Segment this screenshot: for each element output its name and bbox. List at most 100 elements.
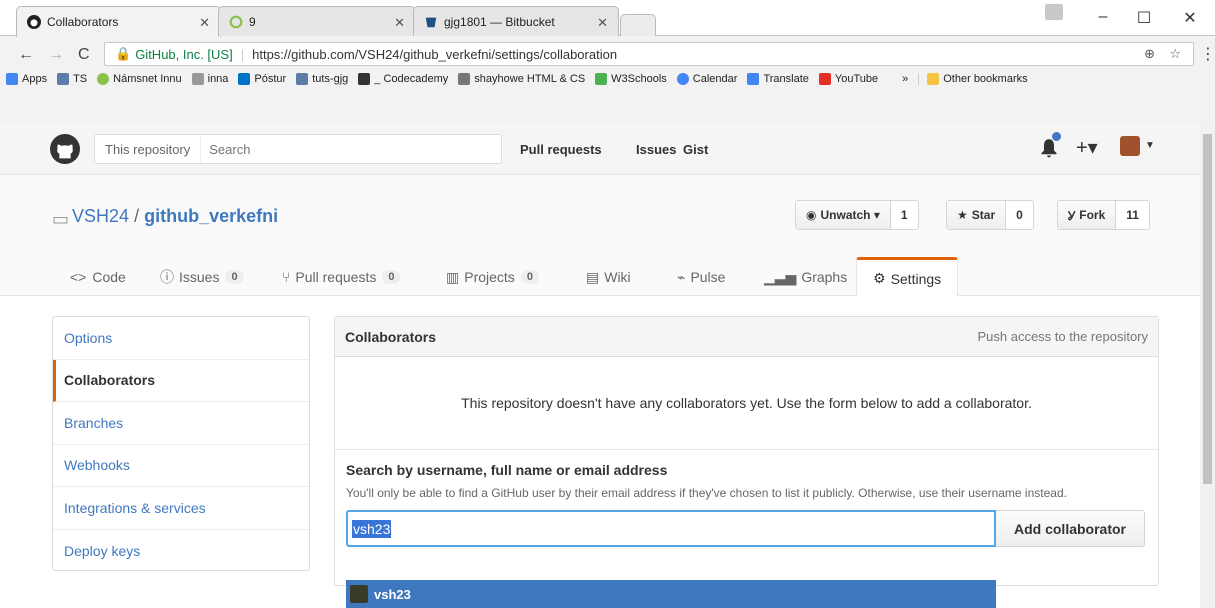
repo-icon: ▭ xyxy=(52,209,70,229)
chevron-down-icon[interactable]: ▼ xyxy=(1145,140,1155,151)
star-button[interactable]: ★ Star xyxy=(947,201,1007,229)
github-logo-icon[interactable] xyxy=(50,134,80,167)
url-divider: | xyxy=(240,46,245,62)
tab-pull-requests[interactable]: ⑂ Pull requests 0 xyxy=(282,257,401,297)
bitbucket-favicon-icon xyxy=(424,15,438,29)
bookmark-icon xyxy=(595,73,608,85)
url-text: https://github.com/VSH24/github_verkefni… xyxy=(252,46,618,62)
browser-tab-bitbucket[interactable]: gjg1801 — Bitbucket ✕ xyxy=(413,6,619,36)
github-header: This repository Pull requests Issues Gis… xyxy=(0,122,1200,175)
bookmark-youtube[interactable]: YouTube xyxy=(818,73,878,85)
reload-icon[interactable]: C xyxy=(78,46,90,64)
suggestion-username: vsh23 xyxy=(374,586,411,602)
browser-tab-title: gjg1801 — Bitbucket xyxy=(444,14,555,29)
bookmark-tuts[interactable]: tuts-gjg xyxy=(296,73,348,85)
pull-requests-count: 0 xyxy=(382,270,401,284)
forward-arrow-icon[interactable]: → xyxy=(48,46,64,64)
tab-pulse[interactable]: ⌁ Pulse xyxy=(677,257,725,297)
bookmark-shayhowe[interactable]: shayhowe HTML & CS xyxy=(458,73,585,85)
bookmark-w3schools[interactable]: W3Schools xyxy=(595,73,667,85)
tab-issues[interactable]: ⓘ Issues 0 xyxy=(160,257,244,297)
bookmark-apps[interactable]: Apps xyxy=(6,73,47,85)
repo-search-box[interactable]: This repository xyxy=(94,134,502,164)
zoom-icon[interactable]: ⊕ xyxy=(1144,46,1155,62)
tab-wiki[interactable]: ▤ Wiki xyxy=(586,257,631,297)
page-scrollbar[interactable] xyxy=(1200,122,1215,608)
scrollbar-thumb[interactable] xyxy=(1203,134,1212,484)
add-collaborator-form: Search by username, full name or email a… xyxy=(335,450,1158,559)
collaborator-input-value: vsh23 xyxy=(352,519,392,538)
search-scope-label: This repository xyxy=(95,135,202,163)
maximize-icon[interactable]: ☐ xyxy=(1134,8,1154,28)
plus-dropdown-icon[interactable]: +▾ xyxy=(1076,135,1098,160)
fork-count[interactable]: 11 xyxy=(1116,201,1149,229)
browser-tab-title: Collaborators xyxy=(47,15,119,29)
bookmark-icon xyxy=(296,73,309,85)
sidebar-item-options[interactable]: Options xyxy=(53,317,309,360)
tab-code[interactable]: <> Code xyxy=(70,257,126,297)
security-label: GitHub, Inc. [US] xyxy=(135,46,233,62)
autocomplete-suggestion[interactable]: vsh23 xyxy=(346,580,996,608)
bookmark-icon xyxy=(191,73,204,85)
other-bookmarks[interactable]: Other bookmarks xyxy=(918,73,1028,85)
new-tab-button[interactable] xyxy=(620,14,656,36)
nav-issues[interactable]: Issues xyxy=(636,142,676,157)
bookmark-ts[interactable]: TS xyxy=(57,73,87,85)
unwatch-button[interactable]: ◉ Unwatch ▾ xyxy=(796,201,891,229)
bookmark-postur[interactable]: Póstur xyxy=(238,73,286,85)
sidebar-item-integrations[interactable]: Integrations & services xyxy=(53,487,309,530)
sidebar-item-deploy-keys[interactable]: Deploy keys xyxy=(53,530,309,573)
bookmark-namsnet[interactable]: Námsnet Innu xyxy=(97,73,182,85)
bookmark-icon xyxy=(358,73,371,85)
project-icon: ▥ xyxy=(446,268,460,285)
watch-count[interactable]: 1 xyxy=(891,201,918,229)
translate-icon xyxy=(747,73,760,85)
repo-separator: / xyxy=(134,206,140,226)
tab-projects[interactable]: ▥ Projects 0 xyxy=(446,257,539,297)
pulse-icon: ⌁ xyxy=(677,268,686,285)
apps-grid-icon xyxy=(6,73,18,85)
search-input[interactable] xyxy=(201,141,482,157)
bookmark-inna[interactable]: inna xyxy=(191,73,228,85)
repo-owner-link[interactable]: VSH24 xyxy=(72,206,129,226)
eye-icon: ◉ xyxy=(806,208,817,222)
tab-settings[interactable]: ⚙ Settings xyxy=(856,257,959,297)
bookmark-codecademy[interactable]: _ Codecademy xyxy=(358,73,448,85)
folder-icon xyxy=(927,73,940,85)
browser-tab-9[interactable]: 9 ✕ xyxy=(218,6,416,36)
collaborator-search-input[interactable]: vsh23 xyxy=(346,510,996,547)
address-bar[interactable]: 🔒 GitHub, Inc. [US] | https://github.com… xyxy=(104,42,1194,66)
nav-gist[interactable]: Gist xyxy=(683,142,708,157)
gear-icon: ⚙ xyxy=(873,270,886,286)
mail-icon xyxy=(238,73,251,85)
profile-icon[interactable] xyxy=(1045,4,1063,20)
close-tab-icon[interactable]: ✕ xyxy=(597,15,608,31)
graph-icon: ▁▃▅ xyxy=(764,268,797,285)
nav-pull-requests[interactable]: Pull requests xyxy=(520,142,602,157)
collaborators-panel-header: Collaborators Push access to the reposit… xyxy=(335,317,1158,357)
notification-bell-icon[interactable] xyxy=(1040,138,1058,161)
more-bookmarks[interactable]: » xyxy=(902,73,908,85)
bookmark-calendar[interactable]: Calendar xyxy=(676,73,737,85)
add-collaborator-button[interactable]: Add collaborator xyxy=(996,510,1145,547)
chrome-menu-icon[interactable]: ⋮ xyxy=(1200,44,1215,64)
bookmark-translate[interactable]: Translate xyxy=(747,73,809,85)
sidebar-item-webhooks[interactable]: Webhooks xyxy=(53,445,309,487)
bookmarks-bar: Apps TS Námsnet Innu inna Póstur tuts-gj… xyxy=(0,68,1215,90)
fork-button[interactable]: Ỿ Fork xyxy=(1058,201,1117,229)
browser-tab-collaborators[interactable]: Collaborators ✕ xyxy=(16,6,221,37)
window-close-icon[interactable]: ✕ xyxy=(1180,8,1200,28)
repo-name-link[interactable]: github_verkefni xyxy=(144,206,278,226)
panel-title: Collaborators xyxy=(345,328,437,345)
avatar[interactable] xyxy=(1120,136,1140,156)
collaborators-panel: Collaborators Push access to the reposit… xyxy=(334,316,1159,586)
minimize-icon[interactable]: – xyxy=(1093,8,1113,26)
bookmark-star-icon[interactable]: ☆ xyxy=(1169,46,1181,62)
sidebar-item-branches[interactable]: Branches xyxy=(53,402,309,445)
star-count[interactable]: 0 xyxy=(1006,201,1033,229)
tab-graphs[interactable]: ▁▃▅ Graphs xyxy=(764,257,847,297)
back-arrow-icon[interactable]: ← xyxy=(18,46,34,64)
sidebar-item-collaborators[interactable]: Collaborators xyxy=(53,359,309,402)
close-tab-icon[interactable]: ✕ xyxy=(199,15,210,31)
close-tab-icon[interactable]: ✕ xyxy=(394,15,405,31)
